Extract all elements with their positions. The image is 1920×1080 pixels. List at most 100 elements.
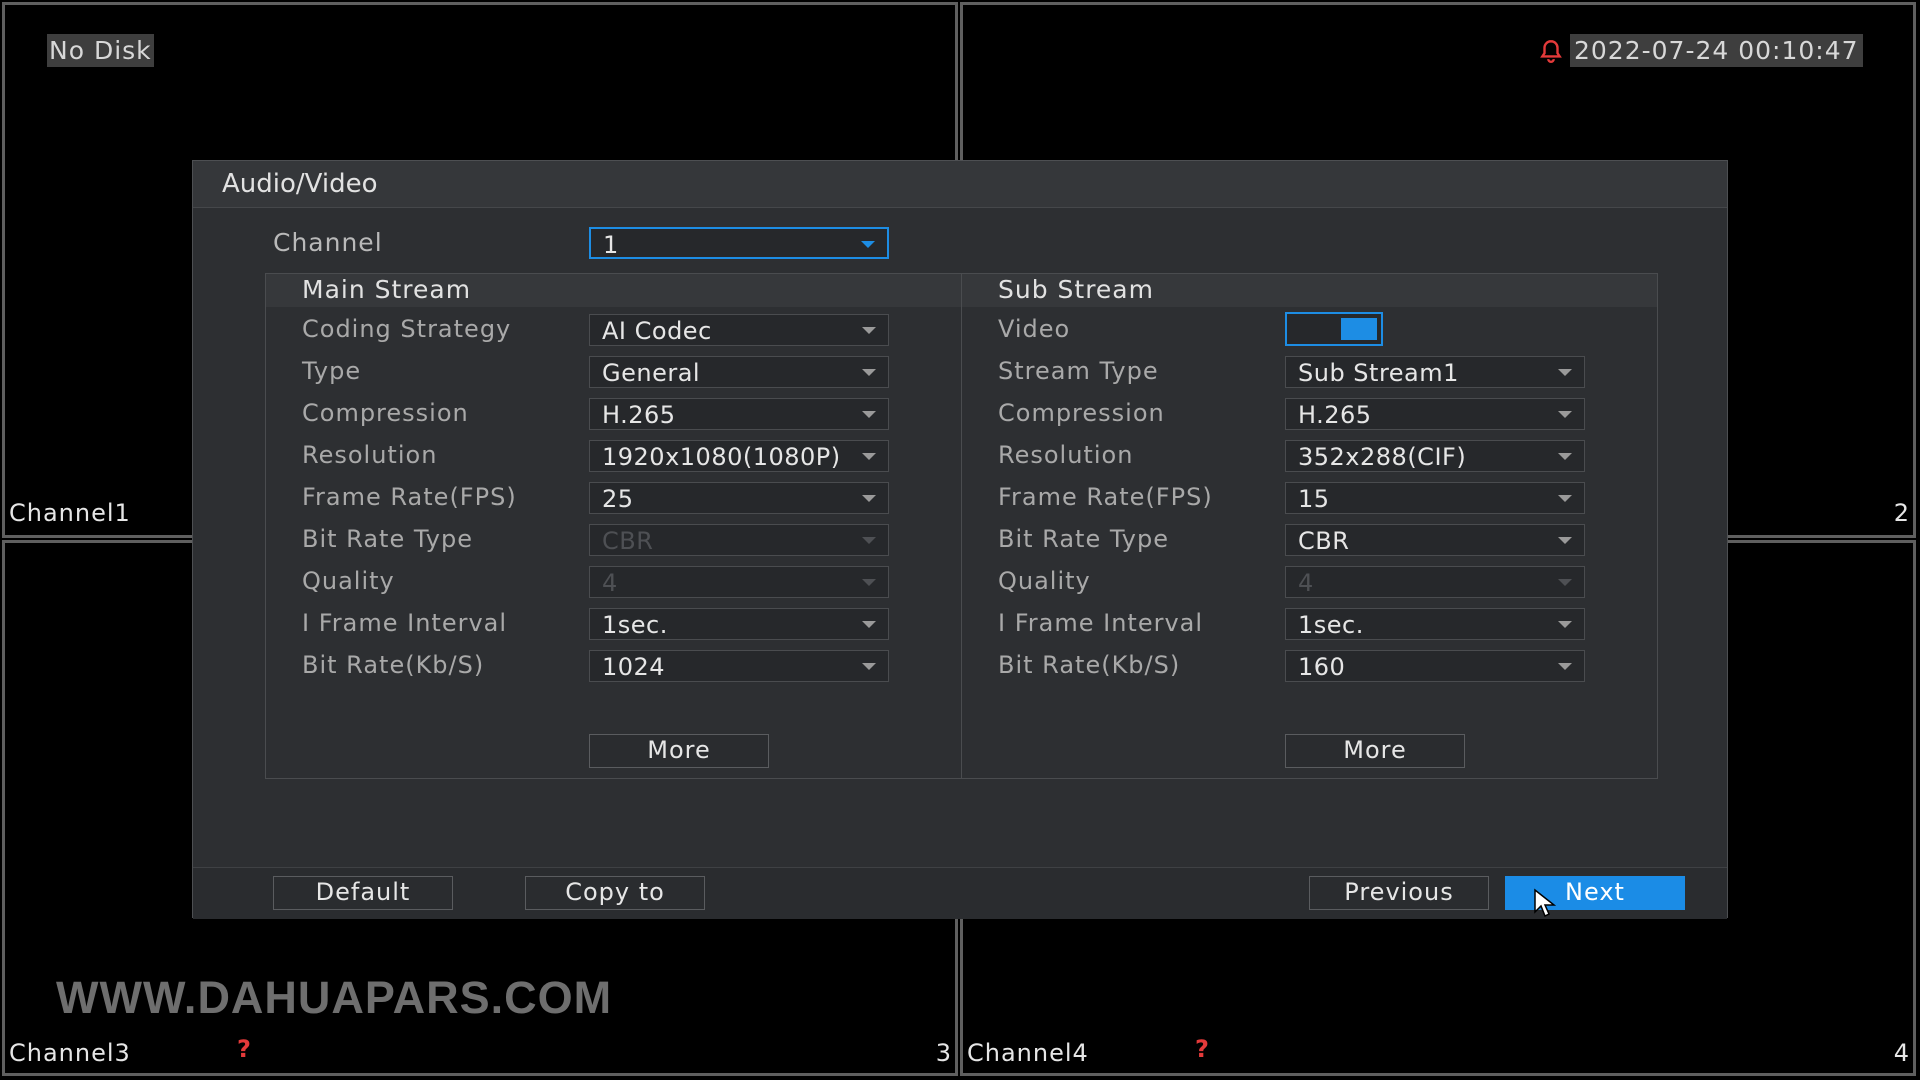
frame-rate-select[interactable]: 15 <box>1285 482 1585 514</box>
select-value: CBR <box>1298 527 1350 555</box>
select-value: 1920x1080(1080P) <box>602 443 841 471</box>
quality-select: 4 <box>589 566 889 598</box>
quality-label: Quality <box>302 567 395 595</box>
main-stream-header: Main Stream <box>266 274 961 307</box>
select-value: H.265 <box>1298 401 1372 429</box>
dialog-title-bar: Audio/Video <box>193 161 1727 208</box>
select-value: 4 <box>602 569 618 597</box>
next-button[interactable]: Next <box>1505 876 1685 910</box>
compression-select[interactable]: H.265 <box>1285 398 1585 430</box>
chevron-down-icon <box>862 579 876 586</box>
select-value: 160 <box>1298 653 1346 681</box>
frame-rate-select[interactable]: 25 <box>589 482 889 514</box>
quality-label: Quality <box>998 567 1091 595</box>
resolution-select[interactable]: 1920x1080(1080P) <box>589 440 889 472</box>
channel-label: Channel3 <box>9 1039 131 1067</box>
i-frame-interval-label: I Frame Interval <box>302 609 508 637</box>
select-value: H.265 <box>602 401 676 429</box>
select-value: 1024 <box>602 653 666 681</box>
chevron-down-icon <box>1558 663 1572 670</box>
i-frame-interval-select[interactable]: 1sec. <box>1285 608 1585 640</box>
quality-select: 4 <box>1285 566 1585 598</box>
channel-field-label: Channel <box>273 228 383 257</box>
chevron-down-icon <box>862 327 876 334</box>
bit-rate-type-label: Bit Rate Type <box>998 525 1169 553</box>
dialog-footer: Default Copy to Previous Next <box>193 867 1727 919</box>
main-stream-panel: Main Stream Coding Strategy AI Codec Typ… <box>265 273 962 779</box>
coding-strategy-label: Coding Strategy <box>302 315 512 343</box>
chevron-down-icon <box>1558 495 1572 502</box>
video-label: Video <box>998 315 1071 343</box>
select-value: 25 <box>602 485 634 513</box>
coding-strategy-select[interactable]: AI Codec <box>589 314 889 346</box>
previous-button[interactable]: Previous <box>1309 876 1489 910</box>
channel-select[interactable]: 1 <box>589 227 889 259</box>
bell-icon <box>1540 40 1562 63</box>
sub-stream-panel: Sub Stream Video Stream Type Sub Stream1… <box>961 273 1658 779</box>
datetime-display: 2022-07-24 00:10:47 <box>1570 34 1863 67</box>
compression-label: Compression <box>302 399 469 427</box>
frame-rate-label: Frame Rate(FPS) <box>302 483 517 511</box>
sub-stream-title: Sub Stream <box>998 275 1154 304</box>
type-select[interactable]: General <box>589 356 889 388</box>
chevron-down-icon <box>1558 411 1572 418</box>
resolution-label: Resolution <box>998 441 1134 469</box>
no-disk-status: No Disk <box>47 34 154 67</box>
bit-rate-label: Bit Rate(Kb/S) <box>998 651 1181 679</box>
select-value: 1sec. <box>1298 611 1364 639</box>
bit-rate-type-select: CBR <box>589 524 889 556</box>
channel-label: Channel4 <box>967 1039 1089 1067</box>
video-toggle[interactable] <box>1285 312 1383 346</box>
i-frame-interval-label: I Frame Interval <box>998 609 1204 637</box>
chevron-down-icon <box>862 621 876 628</box>
watermark-text: WWW.DAHUAPARS.COM <box>56 972 613 1023</box>
select-value: General <box>602 359 701 387</box>
channel-select-value: 1 <box>603 231 619 259</box>
main-stream-more-button[interactable]: More <box>589 734 769 768</box>
bit-rate-label: Bit Rate(Kb/S) <box>302 651 485 679</box>
channel-number: 2 <box>1893 499 1909 527</box>
bit-rate-select[interactable]: 160 <box>1285 650 1585 682</box>
chevron-down-icon <box>861 241 875 248</box>
channel-number: 4 <box>1893 1039 1909 1067</box>
chevron-down-icon <box>862 663 876 670</box>
chevron-down-icon <box>862 453 876 460</box>
audio-video-dialog: Audio/Video Channel 1 Main Stream Coding… <box>192 160 1728 919</box>
sub-stream-header: Sub Stream <box>962 274 1657 307</box>
select-value: CBR <box>602 527 654 555</box>
i-frame-interval-select[interactable]: 1sec. <box>589 608 889 640</box>
chevron-down-icon <box>1558 579 1572 586</box>
stream-type-label: Stream Type <box>998 357 1159 385</box>
select-value: 1sec. <box>602 611 668 639</box>
chevron-down-icon <box>1558 453 1572 460</box>
select-value: 352x288(CIF) <box>1298 443 1467 471</box>
chevron-down-icon <box>1558 537 1572 544</box>
chevron-down-icon <box>862 369 876 376</box>
default-button[interactable]: Default <box>273 876 453 910</box>
stream-type-select[interactable]: Sub Stream1 <box>1285 356 1585 388</box>
compression-select[interactable]: H.265 <box>589 398 889 430</box>
bit-rate-type-select[interactable]: CBR <box>1285 524 1585 556</box>
channel-label: Channel1 <box>9 499 131 527</box>
toggle-knob <box>1341 318 1377 340</box>
no-video-alert-icon: ? <box>237 1035 251 1063</box>
select-value: Sub Stream1 <box>1298 359 1459 387</box>
type-label: Type <box>302 357 362 385</box>
chevron-down-icon <box>862 411 876 418</box>
bit-rate-type-label: Bit Rate Type <box>302 525 473 553</box>
chevron-down-icon <box>1558 621 1572 628</box>
mouse-cursor-icon <box>1534 888 1557 918</box>
dialog-title: Audio/Video <box>222 169 378 199</box>
sub-stream-more-button[interactable]: More <box>1285 734 1465 768</box>
select-value: 15 <box>1298 485 1330 513</box>
main-stream-title: Main Stream <box>302 275 472 304</box>
resolution-select[interactable]: 352x288(CIF) <box>1285 440 1585 472</box>
bit-rate-select[interactable]: 1024 <box>589 650 889 682</box>
channel-number: 3 <box>935 1039 951 1067</box>
chevron-down-icon <box>862 495 876 502</box>
chevron-down-icon <box>1558 369 1572 376</box>
chevron-down-icon <box>862 537 876 544</box>
resolution-label: Resolution <box>302 441 438 469</box>
copy-to-button[interactable]: Copy to <box>525 876 705 910</box>
select-value: 4 <box>1298 569 1314 597</box>
